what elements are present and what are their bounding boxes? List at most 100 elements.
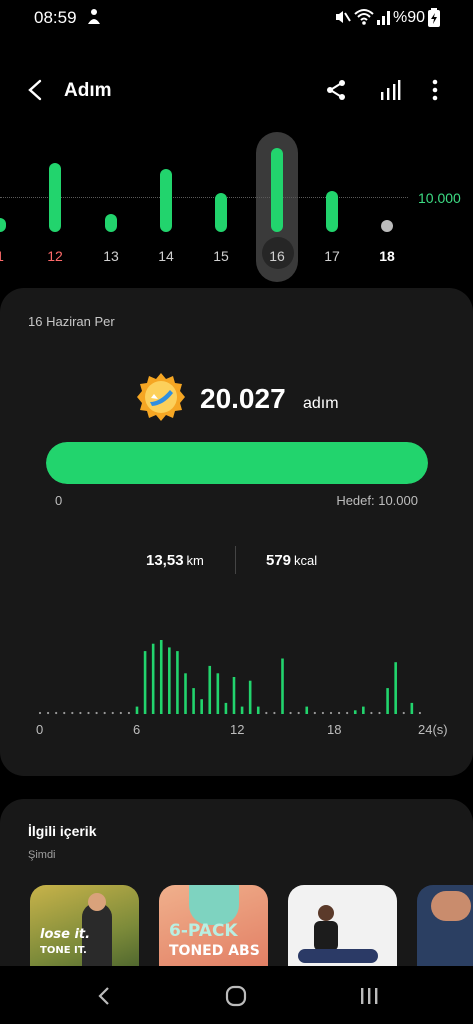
hourly-bar [200, 699, 203, 714]
signal-icon [376, 8, 392, 31]
day-label-1[interactable]: 1 [0, 248, 20, 264]
hourly-empty-dot [402, 711, 405, 715]
hourly-tick-label: 12 [230, 722, 245, 737]
hourly-bar [386, 688, 389, 714]
nav-recents-button[interactable] [349, 980, 389, 1012]
status-time: 08:59 [34, 8, 77, 27]
goal-progress-fill [46, 442, 428, 484]
hourly-empty-dot [418, 711, 422, 715]
share-button[interactable] [318, 72, 354, 108]
day-bar-16[interactable] [271, 147, 283, 232]
hourly-bar [208, 665, 212, 714]
hourly-bar [232, 677, 236, 714]
day-bar-18[interactable] [381, 220, 393, 232]
hourly-empty-dot [329, 711, 333, 715]
day-bar-17[interactable] [326, 190, 338, 232]
hourly-empty-dot [71, 711, 74, 715]
day-label-15[interactable]: 15 [201, 248, 241, 264]
nav-home-button[interactable] [216, 980, 256, 1012]
nav-back-icon [98, 987, 109, 1005]
system-navigation-bar [0, 966, 473, 1024]
achievement-medal-icon [136, 372, 186, 422]
hourly-empty-dot [55, 711, 58, 715]
hourly-empty-dot [289, 711, 292, 715]
day-bar-12[interactable] [49, 162, 61, 232]
hourly-bar [184, 673, 187, 714]
nav-home-icon [225, 985, 247, 1007]
hourly-bar [151, 643, 155, 714]
hourly-empty-dot [337, 711, 341, 715]
hourly-tick-label: 18 [327, 722, 342, 737]
hourly-empty-dot [370, 711, 373, 715]
day-label-13[interactable]: 13 [91, 248, 131, 264]
hourly-bar [394, 662, 397, 714]
hourly-bar [224, 702, 228, 714]
day-label-12[interactable]: 12 [35, 248, 75, 264]
goal-progress-bar [46, 442, 428, 484]
hourly-empty-dot [111, 711, 114, 715]
hourly-bar [353, 710, 357, 714]
hourly-tick-label: 24(s) [418, 722, 448, 737]
calories-stat: 579 kcal [266, 552, 317, 569]
hourly-empty-dot [313, 711, 316, 715]
hourly-empty-dot [346, 711, 349, 715]
steps-unit: adım [303, 395, 339, 412]
page-title: Adım [64, 80, 112, 101]
hourly-empty-dot [38, 711, 42, 715]
hourly-bar [135, 706, 139, 714]
app-bar: Adım [0, 62, 473, 118]
related-title: İlgili içerik [28, 823, 97, 839]
hourly-bar [143, 651, 147, 714]
progress-goal-label: Hedef: 10.000 [336, 493, 418, 508]
hourly-bar [248, 680, 252, 714]
hourly-empty-dot [95, 711, 98, 715]
hourly-bar [216, 673, 220, 714]
hourly-bar [240, 706, 244, 714]
distance-value: 13,53 [146, 552, 184, 569]
hourly-empty-dot [46, 711, 50, 715]
nav-recents-icon [361, 988, 378, 1004]
distance-unit: km [186, 553, 204, 568]
hourly-empty-dot [63, 711, 66, 715]
day-bar-1[interactable] [0, 217, 6, 232]
hourly-tick-label: 0 [36, 722, 44, 737]
hourly-tick-label: 6 [133, 722, 141, 737]
wifi-icon [354, 8, 374, 31]
day-bar-13[interactable] [105, 213, 117, 232]
hourly-empty-dot [378, 711, 381, 715]
hourly-steps-chart [38, 640, 422, 715]
bar-chart-icon [381, 80, 401, 100]
hourly-empty-dot [127, 711, 131, 715]
trends-button[interactable] [372, 72, 408, 108]
hourly-empty-dot [87, 711, 90, 715]
hourly-empty-dot [273, 711, 276, 715]
related-item-line1: 6-PACK [169, 921, 238, 941]
nav-back-button[interactable] [84, 980, 124, 1012]
hourly-empty-dot [297, 711, 300, 715]
day-label-17[interactable]: 17 [312, 248, 352, 264]
hourly-empty-dot [321, 711, 325, 715]
day-bar-15[interactable] [215, 192, 227, 232]
hourly-bar [362, 706, 365, 714]
hourly-empty-dot [79, 711, 82, 715]
summary-date: 16 Haziran Per [28, 314, 115, 329]
day-label-18[interactable]: 18 [367, 248, 407, 264]
battery-icon [428, 8, 440, 33]
calories-value: 579 [266, 552, 292, 569]
day-bar-14[interactable] [160, 169, 172, 232]
distance-stat: 13,53 km [146, 552, 204, 569]
notification-icon [86, 8, 102, 31]
more-vertical-icon [432, 79, 438, 101]
mute-icon [333, 8, 351, 31]
more-options-button[interactable] [417, 72, 453, 108]
back-button[interactable] [18, 72, 54, 108]
steps-count: 20.027 [200, 383, 286, 414]
day-label-14[interactable]: 14 [146, 248, 186, 264]
hourly-bar [168, 647, 171, 714]
related-item-line2: TONED ABS [169, 943, 260, 959]
hourly-bar [159, 640, 163, 714]
goal-line [0, 197, 408, 198]
hourly-bar [192, 688, 195, 714]
hourly-bar [176, 651, 179, 714]
day-label-16[interactable]: 16 [257, 248, 297, 264]
